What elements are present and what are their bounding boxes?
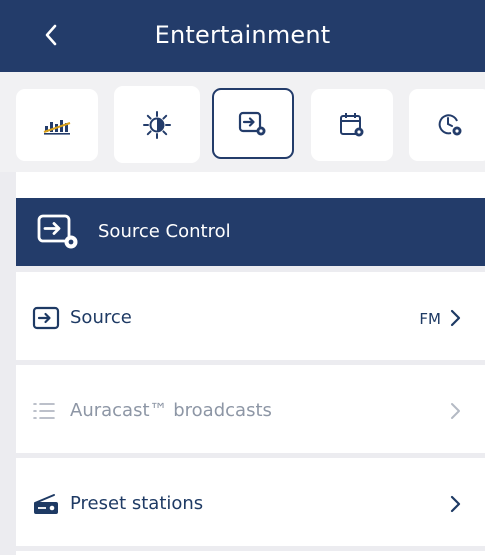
section-header: Source Control (16, 198, 485, 266)
tab-timer[interactable] (409, 89, 485, 161)
source-settings-icon (238, 111, 266, 135)
chevron-right-icon (451, 403, 460, 419)
tab-source-control[interactable] (212, 88, 294, 159)
settings-tab-strip (0, 72, 485, 172)
list-item-auracast: Auracast™ broadcasts (16, 365, 485, 453)
row-label: Auracast™ broadcasts (70, 400, 272, 421)
list-item-source[interactable]: Source FM (16, 272, 485, 360)
source-input-icon (32, 306, 60, 330)
calendar-settings-icon (340, 113, 364, 137)
row-label: Source (70, 307, 132, 328)
source-value: FM (419, 310, 441, 328)
spacer-band (16, 172, 485, 198)
brightness-icon (143, 110, 171, 139)
section-title: Source Control (98, 221, 231, 242)
source-settings-icon (37, 214, 78, 249)
chevron-right-icon (450, 309, 461, 327)
radio-icon (34, 494, 58, 514)
timer-settings-icon (438, 114, 462, 136)
row-label: Preset stations (70, 493, 204, 514)
app-header: Entertainment (0, 0, 485, 72)
page-title: Entertainment (154, 21, 331, 49)
chevron-right-icon (450, 495, 461, 513)
tab-equalizer[interactable] (16, 89, 98, 161)
equalizer-icon (43, 120, 71, 135)
list-item-preset-stations[interactable]: Preset stations (16, 458, 485, 546)
tab-schedule[interactable] (311, 89, 393, 161)
list-item-partial (16, 551, 485, 555)
tab-brightness[interactable] (114, 86, 200, 163)
list-icon (33, 403, 55, 419)
